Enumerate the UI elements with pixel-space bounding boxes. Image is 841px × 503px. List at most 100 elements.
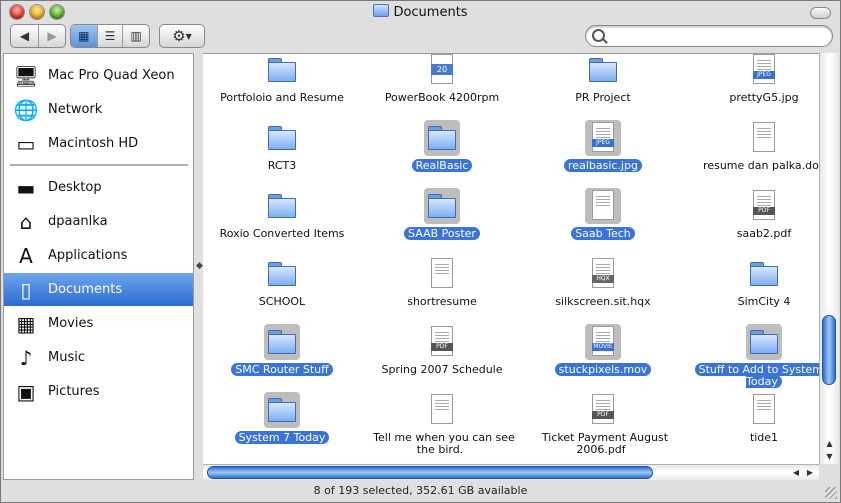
list-view-button[interactable]: ☰ [98,25,124,47]
folder-icon [746,324,782,360]
document-icon [585,188,621,224]
horizontal-scroll-thumb[interactable] [207,466,653,479]
file-item[interactable]: tide1 [689,388,819,452]
file-name-label: PR Project [575,91,631,104]
desktop-icon: ▬ [16,175,36,200]
sidebar-item-macintosh-hd[interactable]: ▭ Macintosh HD [4,127,193,160]
file-item[interactable]: Tell me when you can see the bird. [367,388,517,456]
sidebar-item-label: Documents [48,282,123,297]
file-item[interactable]: 20 PowerBook 4200rpm [367,54,517,112]
search-field[interactable] [585,25,833,47]
sidebar-item-desktop[interactable]: ▬ Desktop [4,171,193,204]
jpeg-file-icon: JPEG [585,120,621,156]
sidebar-item-documents[interactable]: ▯ Documents [4,273,193,306]
sidebar-item-movies[interactable]: ▦ Movies [4,307,193,340]
file-item[interactable]: System 7 Today [207,388,357,452]
file-item[interactable]: PR Project [528,54,678,112]
list-icon: ☰ [104,29,116,43]
file-name-label: resume dan palka.doc [703,159,819,172]
file-item[interactable]: PDF Spring 2007 Schedule [367,320,517,384]
archive-file-icon: HQX [585,256,621,292]
folder-icon [264,188,300,224]
file-label: Stuff to Add to System 7 Today [689,363,819,388]
file-item[interactable]: shortresume [367,252,517,316]
file-label: Tell me when you can see the bird. [367,432,517,456]
file-label: System 7 Today [207,431,357,444]
sidebar-item-applications[interactable]: A Applications [4,239,193,272]
sidebar-item-label: Desktop [48,180,102,195]
file-item[interactable]: resume dan palka.doc [689,116,819,180]
grid-icon: ▦ [78,29,90,43]
forward-button[interactable]: ▶ [39,25,65,47]
back-forward-control: ◀ ▶ [10,24,66,48]
chevron-up-icon: ▲ [826,439,833,448]
file-label: silkscreen.sit.hqx [528,296,678,308]
document-icon [746,392,782,428]
document-icon [424,392,460,428]
file-item[interactable]: HQX silkscreen.sit.hqx [528,252,678,316]
globe-icon: 🌐 [13,97,39,122]
sidebar-item-pictures[interactable]: ▣ Pictures [4,375,193,408]
action-menu-button[interactable]: ⚙ ▼ [159,24,205,48]
column-view-button[interactable]: ▥ [123,25,149,47]
file-item[interactable]: RCT3 [207,116,357,180]
toolbar-toggle-button[interactable] [810,7,831,19]
file-label: Spring 2007 Schedule [367,364,517,376]
splitter-grip-icon: ◆ [196,261,203,271]
file-item[interactable]: Saab Tech [528,184,678,248]
file-name-label: Ticket Payment August 2006.pdf [541,431,669,456]
vertical-scrollbar[interactable]: ▲ ▼ [819,53,839,464]
file-item[interactable]: JPEG prettyG5.jpg [689,54,819,112]
chevron-left-icon: ◀ [792,468,800,477]
sidebar-item-mac-pro-quad-xeon[interactable]: 🖥 Mac Pro Quad Xeon [4,59,193,92]
sidebar-item-music[interactable]: ♪ Music [4,341,193,374]
file-item[interactable]: RealBasic [367,116,517,180]
sidebar-item-label: Music [48,350,85,365]
file-name-label: SimCity 4 [737,295,791,308]
file-name-label: System 7 Today [234,431,330,444]
status-bar: 8 of 193 selected, 352.61 GB available [313,484,528,497]
back-button[interactable]: ◀ [11,25,39,47]
gear-icon: ⚙ [172,27,186,45]
scroll-right-button[interactable]: ▶ [803,465,817,480]
file-name-label: tide1 [749,431,779,444]
pdf-file-icon: PDF [585,392,621,428]
folder-icon [746,256,782,292]
sidebar-item-network[interactable]: 🌐 Network [4,93,193,126]
file-name-label: prettyG5.jpg [729,91,799,104]
music-note-icon: ♪ [19,345,33,370]
document-icon [424,256,460,292]
file-item[interactable]: PDF Ticket Payment August 2006.pdf [528,388,678,456]
file-item[interactable]: Roxio Converted Items [207,184,357,248]
folder-icon [424,120,460,156]
file-item[interactable]: MOVIE stuckpixels.mov [528,320,678,384]
resize-grip-icon[interactable] [825,487,837,499]
file-item[interactable]: PDF saab2.pdf [689,184,819,248]
search-icon [592,29,605,42]
scroll-left-button[interactable]: ◀ [789,465,803,480]
sidebar-item-label: dpaanlka [48,214,108,229]
sidebar-splitter[interactable]: ◆ [194,53,203,480]
file-item[interactable]: Stuff to Add to System 7 Today [689,320,819,388]
file-item[interactable]: SimCity 4 [689,252,819,316]
folder-icon [264,54,300,88]
file-name-label: RCT3 [267,159,297,172]
scroll-down-button[interactable]: ▼ [820,450,839,463]
folder-icon [424,188,460,224]
file-label: tide1 [689,432,819,444]
scroll-up-button[interactable]: ▲ [820,437,839,450]
file-item[interactable]: SCHOOL [207,252,357,316]
file-item[interactable]: SAAB Poster [367,184,517,248]
file-item[interactable]: SMC Router Stuff [207,320,357,384]
file-item[interactable]: JPEG realbasic.jpg [528,116,678,180]
vertical-scroll-thumb[interactable] [822,315,836,385]
icon-view-button[interactable]: ▦ [71,25,98,47]
file-label: SMC Router Stuff [207,363,357,376]
view-mode-control: ▦ ☰ ▥ [70,24,150,48]
folder-title-icon [373,4,390,17]
sidebar-item-dpaanlka[interactable]: ⌂ dpaanlka [4,205,193,238]
file-item[interactable]: Portfoloio and Resume [207,54,357,112]
chevron-right-icon: ▶ [806,468,814,477]
horizontal-scrollbar[interactable]: ◀ ▶ [203,464,819,480]
pdf-file-icon: PDF [746,188,782,224]
